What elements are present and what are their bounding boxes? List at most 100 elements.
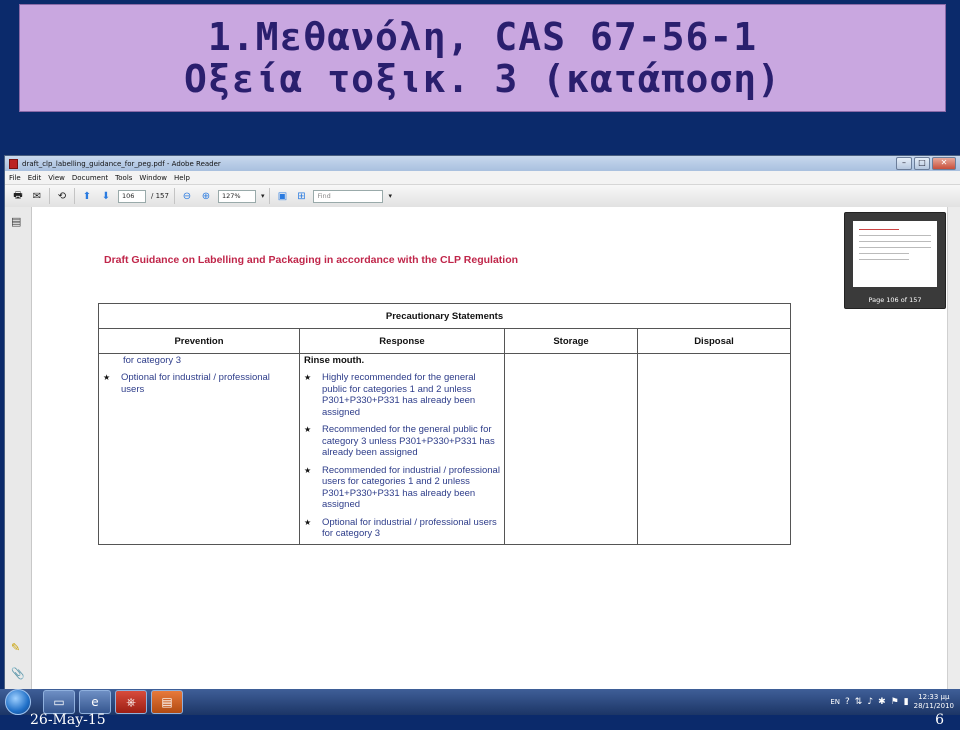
prevention-cell: for category 3 ★ Optional for industrial…: [98, 353, 300, 545]
page-total: / 157: [151, 192, 169, 200]
taskbar: ▭ e ⎈ ▤ EN ? ⇅ ♪ ✱ ⚑ ▮ 12:33 μμ 28/11/20…: [0, 689, 960, 715]
clock[interactable]: 12:33 μμ 28/11/2010: [914, 693, 954, 711]
bullet-star: ★: [304, 465, 312, 475]
response-bullet-text: Recommended for industrial / professiona…: [322, 464, 500, 511]
attachment-icon[interactable]: 📎: [11, 667, 25, 680]
zoom-out-icon[interactable]: ⊖: [180, 189, 194, 203]
language-indicator[interactable]: EN: [830, 698, 840, 706]
menu-edit[interactable]: Edit: [28, 174, 42, 182]
pdf-file-icon: [9, 158, 18, 169]
thumb-line: [859, 253, 909, 254]
zoom-dropdown-icon[interactable]: ▾: [261, 192, 265, 200]
clock-time: 12:33 μμ: [918, 693, 950, 701]
pages-icon[interactable]: ▤: [11, 215, 21, 228]
column-prevention: Prevention: [98, 328, 300, 354]
previous-page-icon[interactable]: ⬆: [80, 189, 94, 203]
content-area: ▤ ✎ 📎 Draft Guidance on Labelling and Pa…: [5, 207, 960, 692]
thumb-line: [859, 229, 899, 230]
zoom-select[interactable]: 127%: [217, 189, 256, 203]
table-row: for category 3 ★ Optional for industrial…: [98, 353, 791, 545]
help-icon[interactable]: ?: [845, 697, 850, 707]
thumb-line: [859, 241, 931, 242]
menu-tools[interactable]: Tools: [115, 174, 132, 182]
menu-bar: File Edit View Document Tools Window Hel…: [5, 171, 960, 185]
slide-title-box: 1.Μεθανόλη, CAS 67-56-1 Οξεία τοξικ. 3 (…: [19, 4, 946, 112]
menu-view[interactable]: View: [48, 174, 65, 182]
response-heading: Rinse mouth.: [304, 355, 365, 366]
response-bullet-text: Optional for industrial / professional u…: [322, 516, 497, 540]
page-thumbnail-popup[interactable]: Page 106 of 157: [844, 212, 946, 309]
collaborate-icon[interactable]: ⟲: [55, 189, 69, 203]
folder-icon[interactable]: ▭: [43, 690, 75, 714]
powerpoint-icon[interactable]: ▤: [151, 690, 183, 714]
column-response: Response: [299, 328, 505, 354]
list-item: ★ Highly recommended for the general pub…: [304, 372, 500, 418]
thumb-line: [859, 259, 909, 260]
precautionary-statements-table: Precautionary Statements Prevention Resp…: [98, 303, 791, 545]
next-page-icon[interactable]: ⬇: [99, 189, 113, 203]
document-heading: Draft Guidance on Labelling and Packagin…: [104, 254, 519, 266]
response-cell: Rinse mouth. ★ Highly recommended for th…: [299, 353, 505, 545]
window-controls: – □ ✕: [896, 157, 956, 170]
windows-start-icon[interactable]: [5, 689, 31, 715]
bullet-star: ★: [304, 425, 312, 434]
bullet-star: ★: [304, 517, 312, 527]
thumb-line: [859, 247, 931, 248]
close-button[interactable]: ✕: [932, 157, 956, 170]
prevention-bullet-text: Optional for industrial / professional u…: [121, 372, 270, 395]
window-titlebar[interactable]: draft_clp_labelling_guidance_for_peg.pdf…: [5, 156, 960, 171]
disposal-cell: [637, 353, 791, 545]
column-disposal: Disposal: [637, 328, 791, 354]
toolbar-separator: [269, 188, 271, 204]
battery-icon[interactable]: ▮: [904, 697, 909, 707]
adobe-reader-window: draft_clp_labelling_guidance_for_peg.pdf…: [4, 155, 960, 693]
window-title: draft_clp_labelling_guidance_for_peg.pdf…: [22, 159, 221, 168]
network-icon[interactable]: ⇅: [855, 697, 863, 707]
system-tray: EN ? ⇅ ♪ ✱ ⚑ ▮ 12:33 μμ 28/11/2010: [830, 693, 960, 711]
menu-file[interactable]: File: [9, 174, 21, 182]
slide-title-line2: Οξεία τοξικ. 3 (κατάποση): [184, 57, 781, 101]
clock-date: 28/11/2010: [913, 702, 954, 710]
adobe-reader-icon[interactable]: ⎈: [115, 690, 147, 714]
prevention-first-line: for category 3: [123, 355, 182, 366]
slide-page-number: 6: [935, 712, 944, 728]
fit-page-icon[interactable]: ▣: [275, 189, 289, 203]
flag-icon[interactable]: ⚑: [891, 697, 899, 707]
bluetooth-icon[interactable]: ✱: [878, 697, 886, 707]
response-bullet-text: Highly recommended for the general publi…: [322, 372, 476, 418]
maximize-button[interactable]: □: [914, 157, 930, 170]
list-item: ★ Recommended for industrial / professio…: [304, 465, 500, 511]
document-view[interactable]: Draft Guidance on Labelling and Packagin…: [32, 207, 960, 692]
page-number-input[interactable]: 106: [118, 189, 146, 203]
menu-document[interactable]: Document: [72, 174, 108, 182]
fit-width-icon[interactable]: ⊞: [294, 189, 308, 203]
vertical-scrollbar[interactable]: [947, 207, 960, 692]
volume-icon[interactable]: ♪: [867, 697, 873, 707]
minimize-button[interactable]: –: [896, 157, 912, 170]
bullet-star: ★: [304, 373, 312, 382]
zoom-in-icon[interactable]: ⊕: [199, 189, 213, 203]
comment-icon[interactable]: ✎: [11, 641, 20, 654]
toolbar-separator: [173, 188, 175, 204]
toolbar-separator: [49, 188, 50, 204]
find-dropdown-icon[interactable]: ▾: [388, 192, 392, 200]
find-input[interactable]: Find: [313, 189, 384, 203]
navigation-pane: ▤ ✎ 📎: [5, 207, 32, 692]
list-item: ★ Optional for industrial / professional…: [304, 517, 500, 540]
menu-help[interactable]: Help: [174, 174, 190, 182]
bullet-star: ★: [103, 373, 111, 382]
toolbar: 🖶 ✉ ⟲ ⬆ ⬇ 106 / 157 ⊖ ⊕ 127% ▾ ▣ ⊞ Find …: [5, 185, 960, 208]
toolbar-separator: [74, 188, 75, 204]
slide-date: 26-May-15: [30, 712, 106, 728]
thumbnail-page-label: Page 106 of 157: [868, 296, 922, 304]
list-item: ★ Optional for industrial / professional…: [103, 372, 295, 395]
internet-explorer-icon[interactable]: e: [79, 690, 111, 714]
response-bullet-text: Recommended for the general public for c…: [322, 424, 495, 458]
table-title: Precautionary Statements: [98, 303, 791, 329]
column-storage: Storage: [504, 328, 638, 354]
menu-window[interactable]: Window: [139, 174, 167, 182]
print-icon[interactable]: 🖶: [11, 189, 25, 203]
email-icon[interactable]: ✉: [30, 189, 44, 203]
thumb-line: [859, 235, 931, 236]
storage-cell: [504, 353, 638, 545]
